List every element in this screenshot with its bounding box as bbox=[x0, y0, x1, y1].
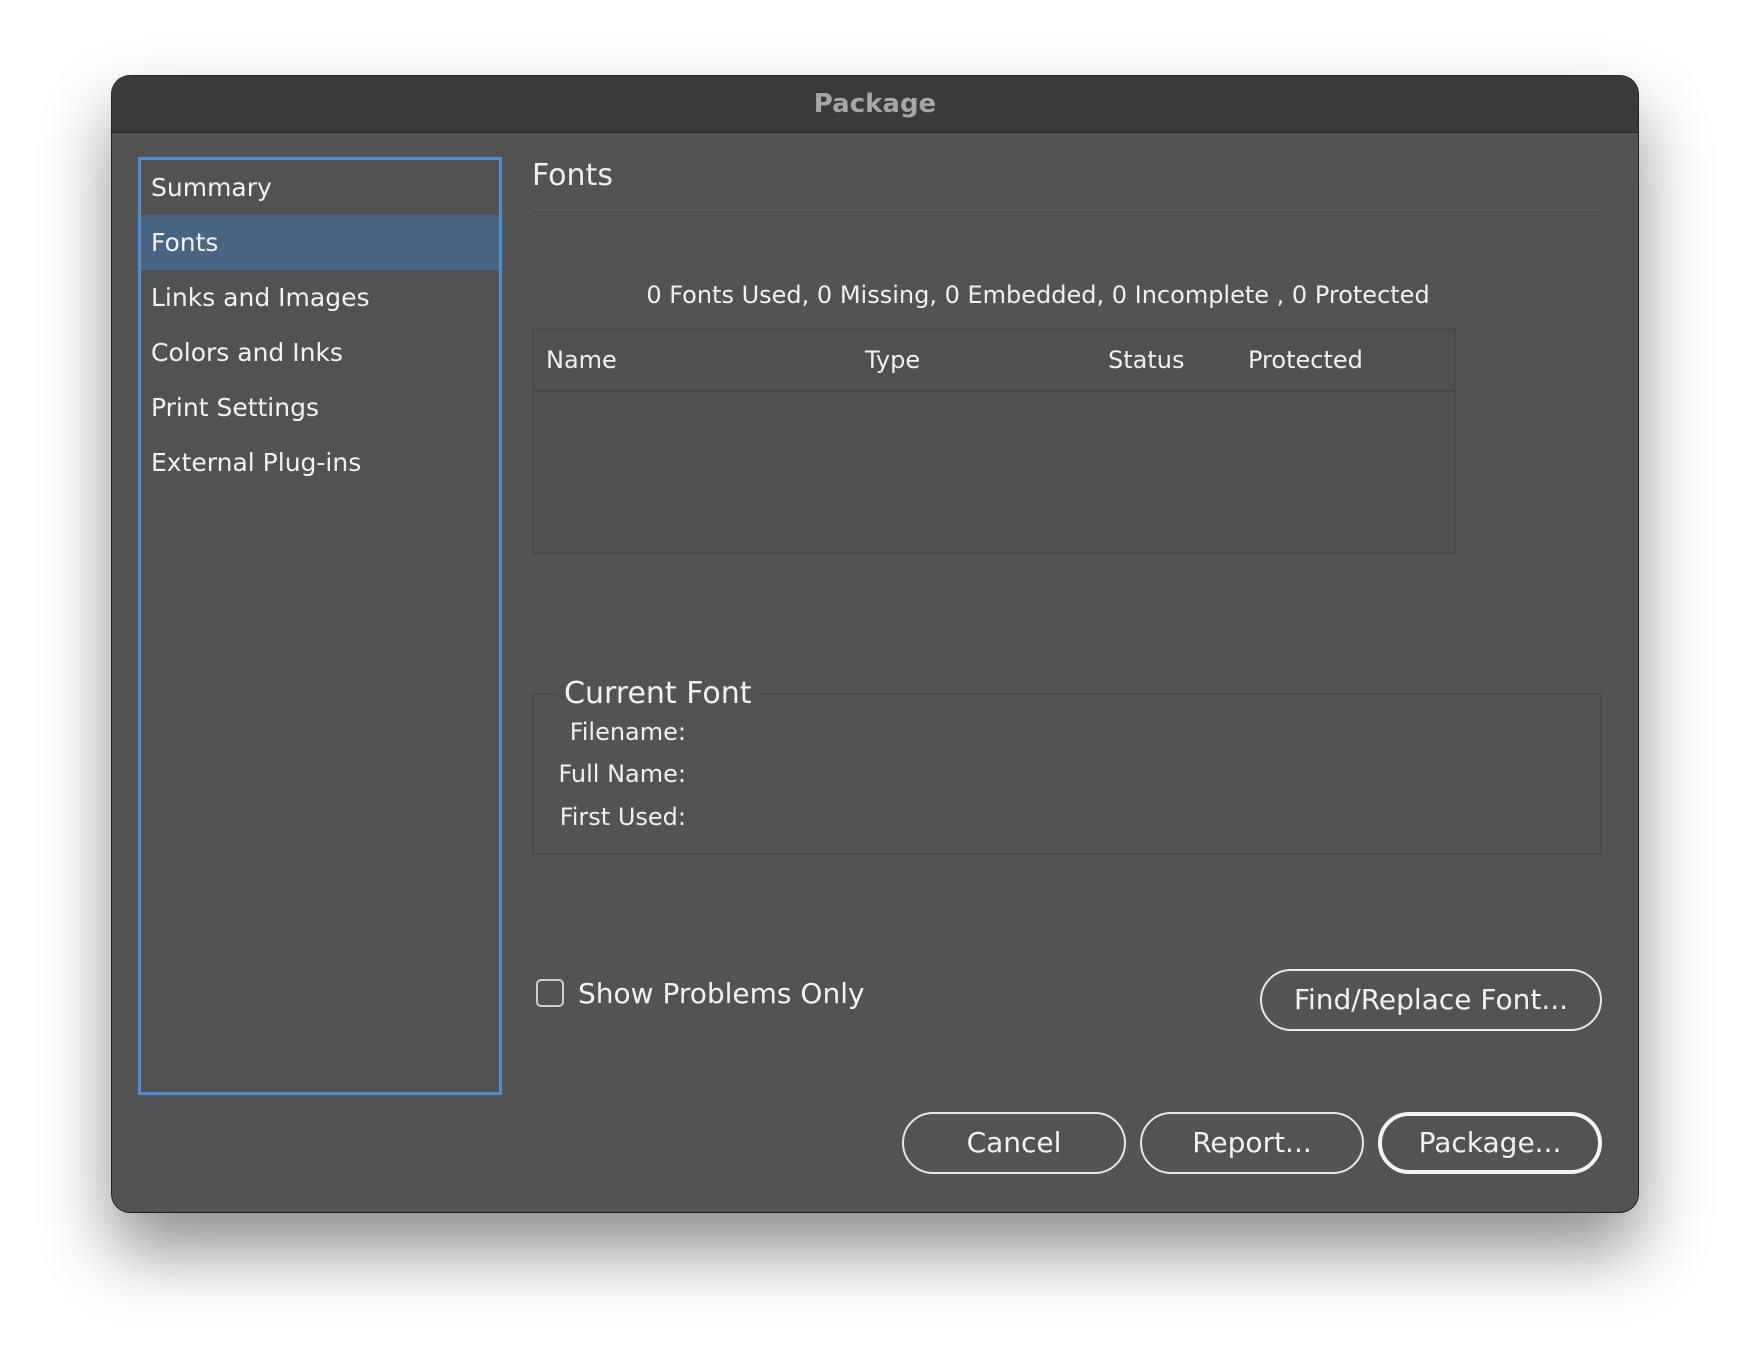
package-button[interactable]: Package... bbox=[1378, 1112, 1602, 1174]
show-problems-only-label[interactable]: Show Problems Only bbox=[578, 974, 865, 1014]
filename-label: Filename: bbox=[569, 718, 686, 746]
first-used-label: First Used: bbox=[559, 803, 686, 831]
column-header-status[interactable]: Status bbox=[1108, 330, 1184, 390]
find-replace-font-button[interactable]: Find/Replace Font... bbox=[1260, 969, 1602, 1031]
category-list[interactable]: Summary Fonts Links and Images Colors an… bbox=[138, 157, 502, 1095]
current-font-group bbox=[532, 693, 1602, 855]
column-header-protected[interactable]: Protected bbox=[1248, 330, 1363, 390]
section-divider bbox=[532, 209, 1602, 210]
report-button[interactable]: Report... bbox=[1140, 1112, 1364, 1174]
sidebar-item-colors-and-inks[interactable]: Colors and Inks bbox=[141, 325, 499, 380]
column-header-type[interactable]: Type bbox=[865, 330, 920, 390]
sidebar-item-links-and-images[interactable]: Links and Images bbox=[141, 270, 499, 325]
sidebar-item-summary[interactable]: Summary bbox=[141, 160, 499, 215]
cancel-button[interactable]: Cancel bbox=[902, 1112, 1126, 1174]
fonts-table[interactable]: Name Type Status Protected bbox=[532, 328, 1456, 554]
show-problems-only-checkbox[interactable] bbox=[536, 979, 564, 1007]
current-font-legend: Current Font bbox=[558, 672, 758, 716]
sidebar-item-print-settings[interactable]: Print Settings bbox=[141, 380, 499, 435]
section-title: Fonts bbox=[532, 158, 613, 193]
dialog-title: Package bbox=[813, 89, 937, 119]
full-name-label: Full Name: bbox=[558, 760, 686, 788]
package-dialog: Package Summary Fonts Links and Images C… bbox=[112, 76, 1638, 1212]
table-header: Name Type Status Protected bbox=[534, 330, 1454, 392]
fonts-summary: 0 Fonts Used, 0 Missing, 0 Embedded, 0 I… bbox=[646, 281, 1430, 309]
sidebar-item-fonts[interactable]: Fonts bbox=[141, 215, 499, 270]
sidebar-item-external-plug-ins[interactable]: External Plug-ins bbox=[141, 435, 499, 490]
column-header-name[interactable]: Name bbox=[546, 330, 617, 390]
title-bar[interactable]: Package bbox=[112, 76, 1638, 133]
